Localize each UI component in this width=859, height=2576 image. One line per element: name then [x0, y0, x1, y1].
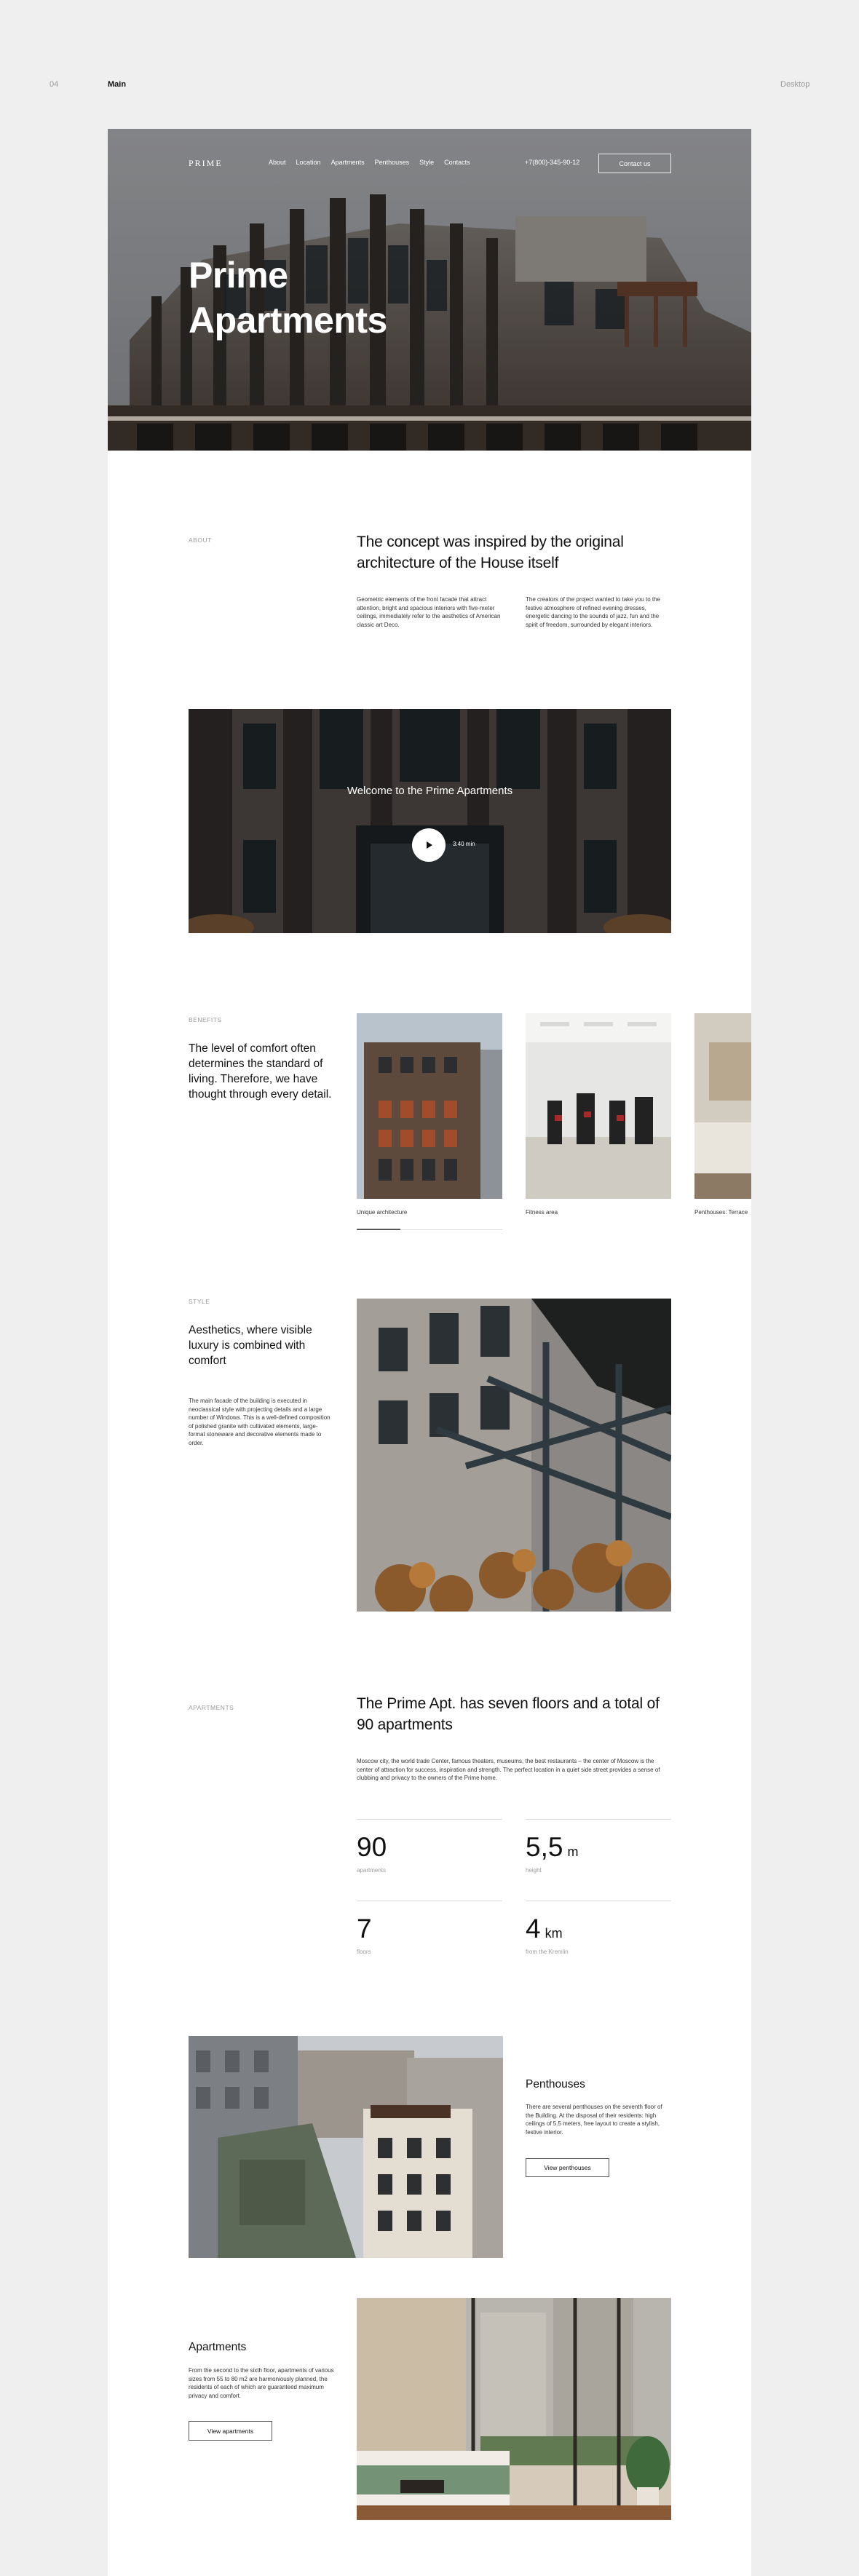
- benefits-label: BENEFITS: [189, 1016, 222, 1023]
- benefit-card-image-architecture[interactable]: [357, 1013, 502, 1199]
- nav-link-style[interactable]: Style: [419, 159, 434, 166]
- about-text-col1: Geometric elements of the front facade t…: [357, 596, 501, 628]
- apartments-block-text: From the second to the sixth floor, apar…: [189, 2367, 334, 2399]
- page-name: Main: [108, 80, 127, 89]
- style-text: The main facade of the building is execu…: [189, 1398, 330, 1446]
- apartments-heading: The Prime Apt. has seven floors and a to…: [357, 1695, 660, 1733]
- stat-label: floors: [357, 1949, 371, 1955]
- nav-link-contacts[interactable]: Contacts: [444, 159, 470, 166]
- stat-height: 5,5 m: [526, 1833, 578, 1862]
- apartments-label: APARTMENTS: [189, 1704, 234, 1711]
- stat-unit: km: [545, 1926, 563, 1941]
- benefit-card-image-fitness[interactable]: [526, 1013, 671, 1199]
- hero-title: Prime Apartments: [189, 253, 387, 343]
- apartments-block-heading: Apartments: [189, 2341, 247, 2353]
- benefits-heading: The level of comfort often determines th…: [189, 1042, 332, 1101]
- benefit-card-caption-penthouse: Penthouses: Terrace: [694, 1209, 748, 1216]
- play-button[interactable]: [412, 828, 446, 862]
- stat-apartments: 90: [357, 1833, 391, 1862]
- penthouses-heading: Penthouses: [526, 2078, 585, 2090]
- video-duration: 3:40 min: [453, 841, 475, 847]
- stat-label: from the Kremlin: [526, 1949, 569, 1955]
- brand-logo[interactable]: PRIME: [189, 158, 223, 169]
- benefits-slider-track[interactable]: [357, 1229, 502, 1230]
- phone-number[interactable]: +7(800)-345-90-12: [525, 159, 579, 166]
- video-title: Welcome to the Prime Apartments: [347, 785, 513, 797]
- stat-divider: [357, 1819, 502, 1820]
- nav-link-location[interactable]: Location: [296, 159, 321, 166]
- about-text-col2: The creators of the project wanted to ta…: [526, 596, 660, 628]
- stat-unit: m: [567, 1844, 579, 1859]
- stat-value: 7: [357, 1914, 372, 1943]
- style-label: STYLE: [189, 1298, 210, 1305]
- nav-link-apartments[interactable]: Apartments: [331, 159, 365, 166]
- style-image: [357, 1299, 671, 1612]
- stat-label: apartments: [357, 1867, 387, 1874]
- video-thumbnail: [189, 709, 671, 933]
- hero-title-line-1: Prime: [189, 255, 288, 296]
- benefit-card-caption-architecture: Unique architecture: [357, 1209, 408, 1216]
- contact-us-button[interactable]: Contact us: [598, 154, 671, 173]
- stat-value: 90: [357, 1832, 387, 1862]
- benefit-card-caption-fitness: Fitness area: [526, 1209, 558, 1216]
- stat-label: height: [526, 1867, 542, 1874]
- apartments-text: Moscow city, the world trade Center, fam…: [357, 1758, 660, 1781]
- top-navigation: PRIME About Location Apartments Penthous…: [189, 154, 671, 173]
- stat-value: 4: [526, 1914, 541, 1943]
- stat-floors: 7: [357, 1914, 376, 1943]
- stat-distance: 4 km: [526, 1914, 563, 1943]
- view-apartments-button[interactable]: View apartments: [189, 2421, 272, 2441]
- style-heading: Aesthetics, where visible luxury is comb…: [189, 1324, 312, 1367]
- website-page: PRIME About Location Apartments Penthous…: [108, 129, 751, 2576]
- nav-link-about[interactable]: About: [269, 159, 286, 166]
- play-icon: [427, 841, 432, 849]
- penthouses-image: [189, 2036, 503, 2258]
- view-penthouses-button[interactable]: View penthouses: [526, 2158, 609, 2177]
- penthouses-text: There are several penthouses on the seve…: [526, 2104, 662, 2136]
- slide-number: 04: [50, 80, 59, 89]
- view-label: Desktop: [780, 80, 810, 89]
- video-player[interactable]: Welcome to the Prime Apartments 3:40 min: [189, 709, 671, 933]
- about-label: ABOUT: [189, 536, 212, 544]
- nav-link-penthouses[interactable]: Penthouses: [375, 159, 410, 166]
- hero-title-line-2: Apartments: [189, 300, 387, 341]
- benefit-card-image-penthouse[interactable]: [694, 1013, 751, 1199]
- stat-value: 5,5: [526, 1832, 563, 1862]
- hero-section: PRIME About Location Apartments Penthous…: [108, 129, 751, 451]
- apartments-image: [357, 2298, 671, 2520]
- about-heading: The concept was inspired by the original…: [357, 534, 624, 571]
- benefits-slider-progress: [357, 1229, 400, 1230]
- nav-links: About Location Apartments Penthouses Sty…: [269, 159, 480, 166]
- stat-divider: [526, 1819, 671, 1820]
